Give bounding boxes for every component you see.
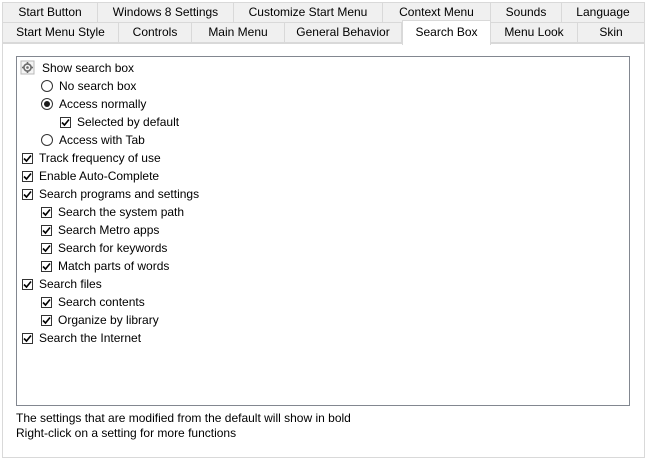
setting-label: No search box <box>59 79 137 93</box>
tab-skin[interactable]: Skin <box>577 22 645 43</box>
checkbox-search-programs[interactable]: Search programs and settings <box>22 185 199 203</box>
checkbox-search-metro-apps[interactable]: Search Metro apps <box>41 221 159 239</box>
checkmark-icon[interactable] <box>41 242 52 254</box>
checkmark-icon[interactable] <box>22 170 33 182</box>
checkbox-organize-by-library[interactable]: Organize by library <box>41 311 159 329</box>
setting-label: Search for keywords <box>58 241 168 255</box>
tab-windows-8-settings[interactable]: Windows 8 Settings <box>97 2 234 23</box>
checkbox-search-contents[interactable]: Search contents <box>41 293 145 311</box>
checkmark-icon[interactable] <box>41 314 52 326</box>
checkmark-icon[interactable] <box>41 296 52 308</box>
settings-gear-icon <box>20 60 36 76</box>
setting-label: Organize by library <box>58 313 159 327</box>
tab-start-button[interactable]: Start Button <box>2 2 98 23</box>
checkbox-search-system-path[interactable]: Search the system path <box>41 203 184 221</box>
radio-button-selected[interactable] <box>41 98 53 110</box>
tab-main-menu[interactable]: Main Menu <box>191 22 285 43</box>
checkbox-search-keywords[interactable]: Search for keywords <box>41 239 167 257</box>
radio-dot-icon <box>44 101 50 107</box>
checkmark-icon[interactable] <box>22 152 33 164</box>
radio-access-with-tab[interactable]: Access with Tab <box>41 131 145 149</box>
radio-no-search-box[interactable]: No search box <box>41 77 136 95</box>
setting-label: Search files <box>39 277 102 291</box>
checkmark-icon[interactable] <box>41 224 52 236</box>
checkmark-icon[interactable] <box>41 260 52 272</box>
setting-label: Search Metro apps <box>58 223 160 237</box>
radio-access-normally[interactable]: Access normally <box>41 95 146 113</box>
setting-show-search-box[interactable]: Show search box <box>20 59 134 77</box>
checkbox-search-files[interactable]: Search files <box>22 275 102 293</box>
setting-label: Enable Auto-Complete <box>39 169 160 183</box>
setting-label: Search the Internet <box>39 331 142 345</box>
setting-label: Search programs and settings <box>39 187 200 201</box>
checkmark-icon[interactable] <box>41 206 52 218</box>
status-text-modified-bold: The settings that are modified from the … <box>16 411 351 425</box>
checkmark-icon[interactable] <box>22 278 33 290</box>
setting-label: Show search box <box>42 61 135 75</box>
tab-language[interactable]: Language <box>561 2 645 23</box>
tab-search-box[interactable]: Search Box <box>402 20 491 45</box>
checkmark-icon[interactable] <box>22 188 33 200</box>
setting-label: Search the system path <box>58 205 185 219</box>
tab-start-menu-style[interactable]: Start Menu Style <box>2 22 119 43</box>
setting-label: Track frequency of use <box>39 151 161 165</box>
checkbox-track-frequency[interactable]: Track frequency of use <box>22 149 161 167</box>
checkbox-enable-auto-complete[interactable]: Enable Auto-Complete <box>22 167 159 185</box>
setting-label: Access with Tab <box>59 133 145 147</box>
status-text-right-click-hint: Right-click on a setting for more functi… <box>16 426 237 440</box>
tab-sounds[interactable]: Sounds <box>490 2 562 23</box>
checkbox-match-parts-of-words[interactable]: Match parts of words <box>41 257 169 275</box>
setting-label: Selected by default <box>77 115 180 129</box>
tab-customize-start-menu[interactable]: Customize Start Menu <box>233 2 383 23</box>
checkmark-icon[interactable] <box>60 116 71 128</box>
setting-label: Match parts of words <box>58 259 170 273</box>
settings-tree[interactable]: Show search box No search box Access nor… <box>16 56 630 406</box>
tab-general-behavior[interactable]: General Behavior <box>284 22 402 43</box>
tab-menu-look[interactable]: Menu Look <box>490 22 578 43</box>
tab-controls[interactable]: Controls <box>118 22 192 43</box>
checkmark-icon[interactable] <box>22 332 33 344</box>
setting-label: Search contents <box>58 295 145 309</box>
checkbox-search-internet[interactable]: Search the Internet <box>22 329 141 347</box>
setting-label: Access normally <box>59 97 147 111</box>
radio-button[interactable] <box>41 80 53 92</box>
radio-button[interactable] <box>41 134 53 146</box>
checkbox-selected-by-default[interactable]: Selected by default <box>60 113 179 131</box>
